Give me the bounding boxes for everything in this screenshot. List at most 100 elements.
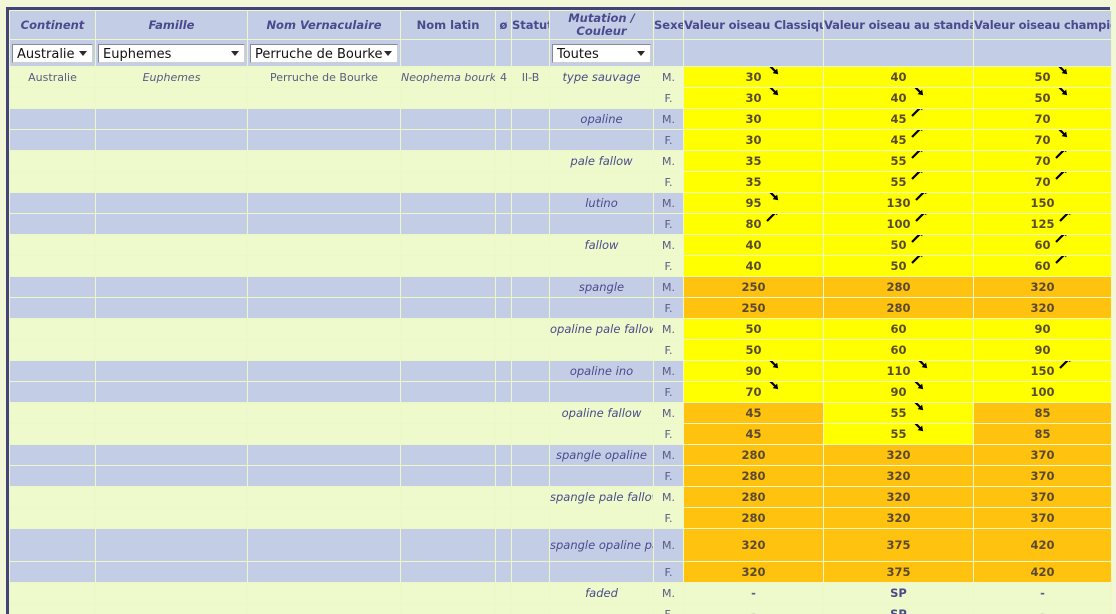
value-text: 320 bbox=[741, 565, 766, 579]
cell-valeur-standard: 40 bbox=[824, 67, 973, 87]
cell-valeur-champion: 70 bbox=[974, 151, 1111, 171]
table-row: spangle opaline M. 280 320 370 bbox=[10, 445, 1111, 465]
cell-statut bbox=[512, 193, 549, 213]
value-wrap: 370 bbox=[1030, 490, 1054, 504]
cell-nom-vernaculaire bbox=[248, 487, 400, 507]
continent-select[interactable]: Australie bbox=[12, 43, 93, 63]
nom-vernaculaire-select-value: Perruche de Bourke bbox=[255, 46, 383, 62]
cell-mutation: lutino bbox=[550, 193, 653, 213]
cell-sexe: M. bbox=[654, 487, 683, 507]
cell-famille bbox=[96, 151, 247, 171]
value-text: 40 bbox=[745, 259, 762, 273]
table-row: spangle M. 250 280 320 bbox=[10, 277, 1111, 297]
cell-sexe: F. bbox=[654, 562, 683, 582]
cell-valeur-champion: - bbox=[974, 604, 1111, 614]
value-text: 110 bbox=[886, 364, 911, 378]
value-text: 60 bbox=[1034, 238, 1051, 252]
header-valeur-classique: Valeur oiseau Classique bbox=[684, 11, 823, 39]
cell-diametre bbox=[496, 403, 511, 423]
cell-diametre bbox=[496, 529, 511, 561]
trend-down-icon bbox=[764, 361, 781, 371]
header-famille: Famille bbox=[96, 11, 247, 39]
cell-famille bbox=[96, 298, 247, 318]
cell-valeur-classique: 320 bbox=[684, 562, 823, 582]
value-text: 30 bbox=[745, 70, 762, 84]
cell-valeur-classique: 30 bbox=[684, 67, 823, 87]
cell-diametre bbox=[496, 382, 511, 402]
value-wrap: 45 bbox=[745, 406, 761, 420]
cell-nom-latin bbox=[401, 256, 495, 276]
cell-sexe: M. bbox=[654, 583, 683, 603]
cell-statut bbox=[512, 256, 549, 276]
value-text: 50 bbox=[890, 259, 907, 273]
mutation-select[interactable]: Toutes bbox=[552, 43, 651, 63]
cell-statut bbox=[512, 604, 549, 614]
table-header-row: Continent Famille Nom Vernaculaire Nom l… bbox=[10, 11, 1111, 39]
continent-select-value: Australie bbox=[17, 46, 75, 62]
cell-diametre bbox=[496, 298, 511, 318]
cell-statut bbox=[512, 130, 549, 150]
value-wrap: 35 bbox=[745, 154, 761, 168]
value-wrap: 50 bbox=[890, 235, 922, 252]
cell-statut bbox=[512, 172, 549, 192]
cell-famille bbox=[96, 403, 247, 423]
value-wrap: 375 bbox=[886, 565, 910, 579]
cell-mutation: opaline ino bbox=[550, 361, 653, 381]
cell-statut bbox=[512, 487, 549, 507]
value-text: 40 bbox=[890, 70, 907, 84]
value-text: 90 bbox=[890, 385, 907, 399]
cell-valeur-champion: 90 bbox=[974, 340, 1111, 360]
trend-down-icon bbox=[1053, 130, 1070, 140]
cell-valeur-classique: - bbox=[684, 604, 823, 614]
table-row: opaline pale fallow M. 50 60 90 bbox=[10, 319, 1111, 339]
cell-valeur-champion: 320 bbox=[974, 277, 1111, 297]
cell-famille bbox=[96, 193, 247, 213]
table-row: Australie Euphemes Perruche de Bourke Neoph… bbox=[10, 67, 1111, 87]
trend-up-icon bbox=[909, 172, 926, 182]
famille-select[interactable]: Euphemes bbox=[98, 43, 245, 63]
value-wrap: 70 bbox=[745, 382, 778, 399]
value-wrap: 250 bbox=[741, 280, 765, 294]
cell-famille bbox=[96, 319, 247, 339]
value-text: 375 bbox=[886, 565, 911, 579]
cell-sexe: F. bbox=[654, 256, 683, 276]
cell-sexe: F. bbox=[654, 130, 683, 150]
cell-valeur-standard: 320 bbox=[824, 508, 973, 528]
cell-nom-latin bbox=[401, 445, 495, 465]
cell-continent bbox=[10, 88, 95, 108]
cell-nom-latin bbox=[401, 277, 495, 297]
nom-vernaculaire-select[interactable]: Perruche de Bourke bbox=[250, 43, 398, 63]
value-wrap: 55 bbox=[890, 403, 923, 420]
value-wrap: 70 bbox=[1034, 151, 1066, 168]
cell-mutation: spangle pale fallow bbox=[550, 487, 653, 507]
header-mutation-couleur: Mutation / Couleur bbox=[550, 11, 653, 39]
cell-valeur-classique: 70 bbox=[684, 382, 823, 402]
cell-continent bbox=[10, 583, 95, 603]
cell-nom-vernaculaire bbox=[248, 466, 400, 486]
cell-valeur-champion: 60 bbox=[974, 235, 1111, 255]
cell-sexe: M. bbox=[654, 529, 683, 561]
cell-diametre bbox=[496, 109, 511, 129]
value-text: 30 bbox=[745, 112, 762, 126]
cell-nom-vernaculaire bbox=[248, 382, 400, 402]
cell-mutation: opaline bbox=[550, 109, 653, 129]
cell-nom-latin bbox=[401, 319, 495, 339]
cell-valeur-standard: 50 bbox=[824, 235, 973, 255]
filter-cell-mutation: Toutes bbox=[550, 40, 653, 66]
table-row: F. 250 280 320 bbox=[10, 298, 1111, 318]
cell-valeur-champion: 85 bbox=[974, 424, 1111, 444]
cell-valeur-champion: 320 bbox=[974, 298, 1111, 318]
value-wrap: 280 bbox=[741, 490, 765, 504]
filter-cell-latin bbox=[401, 40, 495, 66]
value-wrap: 55 bbox=[890, 172, 922, 189]
value-wrap: 40 bbox=[890, 88, 923, 105]
cell-mutation: fallow bbox=[550, 235, 653, 255]
cell-statut bbox=[512, 109, 549, 129]
cell-valeur-classique: 40 bbox=[684, 256, 823, 276]
famille-select-value: Euphemes bbox=[103, 46, 172, 62]
header-mutation-line1: Mutation / bbox=[568, 11, 635, 25]
cell-diametre bbox=[496, 214, 511, 234]
cell-continent bbox=[10, 529, 95, 561]
value-text: 50 bbox=[745, 343, 762, 357]
cell-valeur-classique: 45 bbox=[684, 403, 823, 423]
